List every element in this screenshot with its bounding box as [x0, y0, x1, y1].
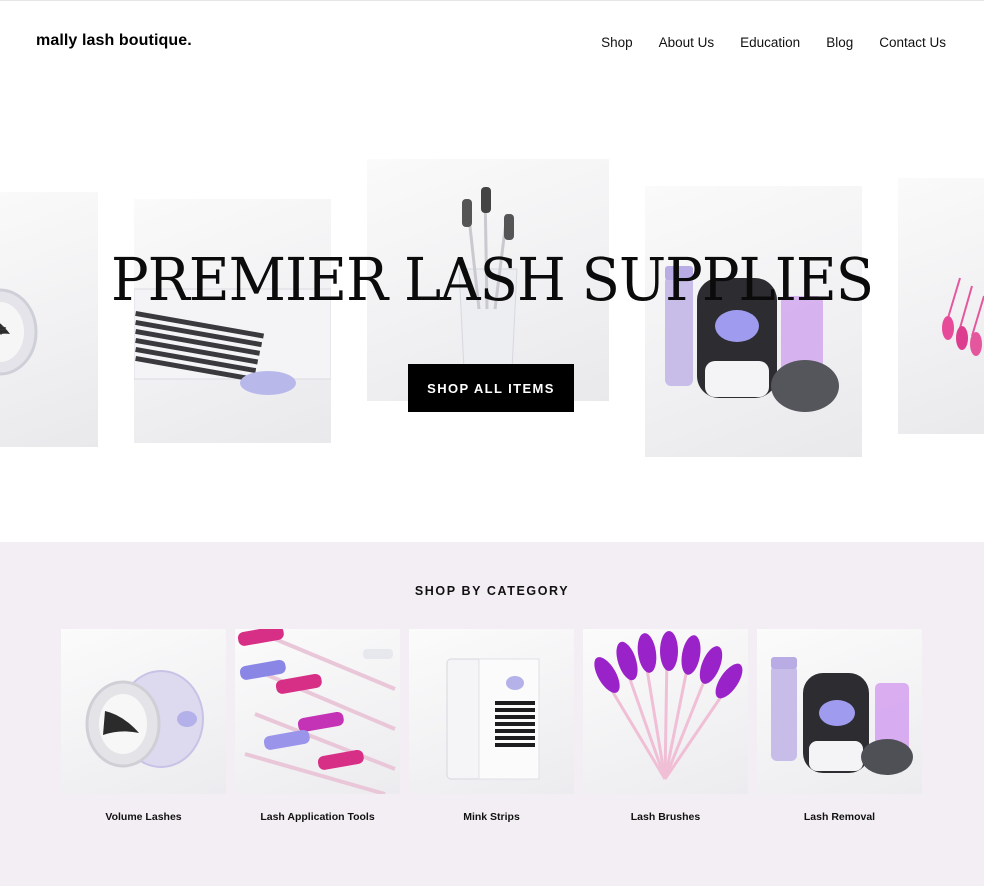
category-card-lash-removal[interactable]: Lash Removal [757, 629, 922, 823]
category-image-lash-removal[interactable] [757, 629, 922, 794]
category-card-lash-application-tools[interactable]: Lash Application Tools [235, 629, 400, 823]
category-label[interactable]: Lash Removal [804, 811, 875, 823]
category-image-mink-strips[interactable] [409, 629, 574, 794]
nav-item-shop[interactable]: Shop [601, 35, 633, 50]
category-image-volume-lashes[interactable] [61, 629, 226, 794]
lash-case-photo [0, 288, 38, 376]
category-label[interactable]: Lash Brushes [631, 811, 700, 823]
hero-image-removal-kit [645, 186, 862, 457]
shop-by-category-section: SHOP BY CATEGORY Volume Lashes Lash Appl… [0, 542, 984, 886]
nav-item-contact-us[interactable]: Contact Us [879, 35, 946, 50]
category-label[interactable]: Mink Strips [463, 811, 520, 823]
category-image-lash-application-tools[interactable] [235, 629, 400, 794]
lash-tray-photo [446, 658, 540, 780]
removal-kit-photo [665, 266, 839, 412]
category-card-mink-strips[interactable]: Mink Strips [409, 629, 574, 823]
hero-image-lash-tray [134, 199, 331, 443]
category-image-lash-brushes[interactable] [583, 629, 748, 794]
hero-title: PREMIER LASH SUPPLIES [110, 246, 874, 315]
site-logo[interactable]: mally lash boutique. [36, 32, 192, 50]
lash-tray-photo [134, 288, 331, 395]
spoolie-wands-photo [237, 629, 396, 794]
category-label[interactable]: Lash Application Tools [260, 811, 374, 823]
nav-item-education[interactable]: Education [740, 35, 800, 50]
category-card-volume-lashes[interactable]: Volume Lashes [61, 629, 226, 823]
hero-image-lash-case [0, 192, 98, 447]
category-card-lash-brushes[interactable]: Lash Brushes [583, 629, 748, 823]
site-header: mally lash boutique. Shop About Us Educa… [0, 0, 984, 88]
lash-case-photo [85, 670, 204, 768]
hero-section: PREMIER LASH SUPPLIES SHOP ALL ITEMS [0, 88, 984, 542]
main-nav: Shop About Us Education Blog Contact Us [601, 35, 946, 50]
category-grid: Volume Lashes Lash Application Tools Min… [61, 629, 922, 823]
nav-item-about-us[interactable]: About Us [659, 35, 715, 50]
shop-all-items-button[interactable]: SHOP ALL ITEMS [408, 364, 574, 412]
purple-brushes-fan-photo [594, 631, 743, 780]
section-heading: SHOP BY CATEGORY [414, 584, 570, 598]
removal-kit-photo [771, 657, 913, 775]
nav-item-blog[interactable]: Blog [826, 35, 853, 50]
category-label[interactable]: Volume Lashes [105, 811, 181, 823]
